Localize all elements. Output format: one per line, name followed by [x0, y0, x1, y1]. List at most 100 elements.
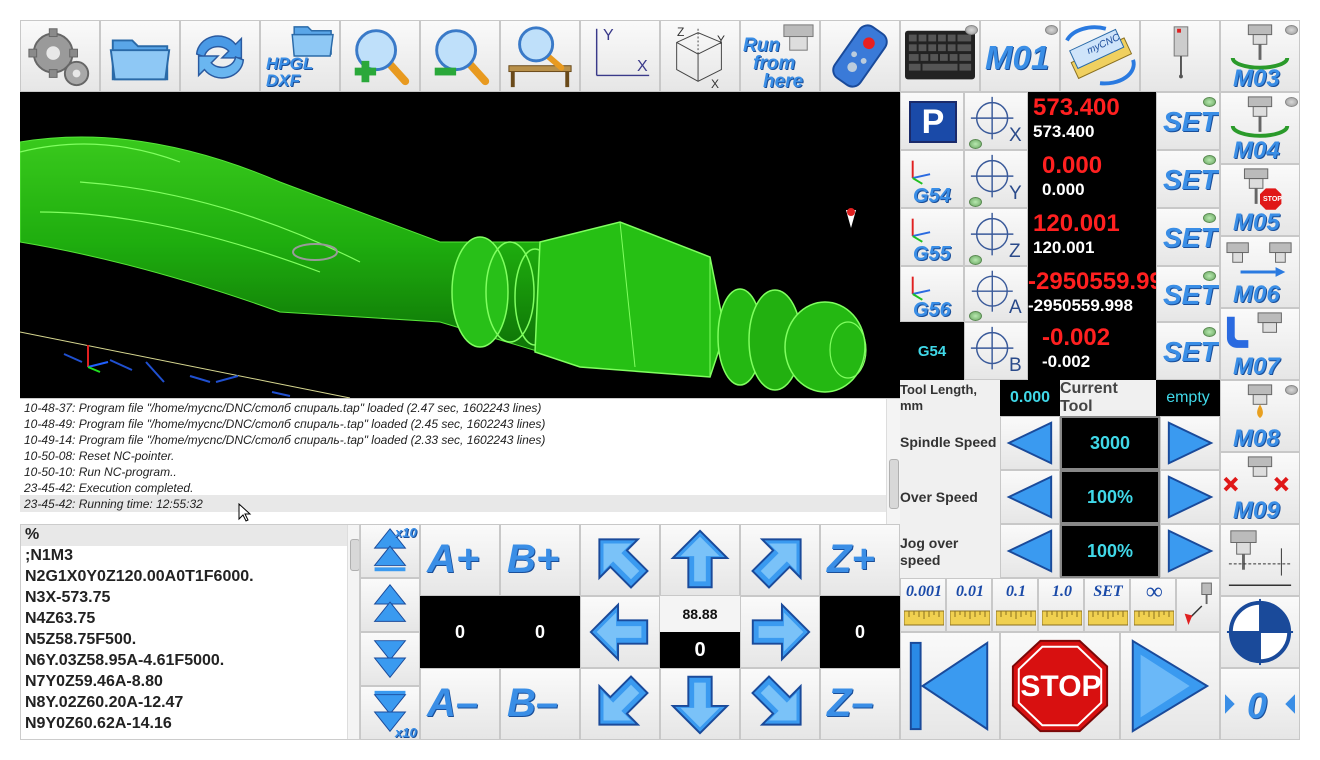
gcode-listing[interactable]: % ;N1M3 N2G1X0Y0Z120.00A0T1F6000. N3X-573.7…: [20, 524, 360, 740]
step-button[interactable]: 0.1: [992, 578, 1038, 632]
jog-up-button[interactable]: [660, 524, 740, 596]
gcode-line[interactable]: N3X-573.75: [25, 589, 110, 607]
jog-up-left-button[interactable]: [580, 524, 660, 596]
zoom-out-button[interactable]: [420, 20, 500, 92]
step-button[interactable]: 1.0: [1038, 578, 1084, 632]
tool-measure-button[interactable]: [1220, 524, 1300, 596]
jog-a-plus-button[interactable]: A+: [420, 524, 500, 596]
spindle-speed-decrease-button[interactable]: [1000, 416, 1060, 470]
jog-z-plus-button[interactable]: Z+: [820, 524, 900, 596]
arrow-icon: [670, 675, 730, 735]
gcode-scrollbar[interactable]: [347, 525, 359, 739]
jog-speed-down-button[interactable]: [360, 632, 420, 686]
status-led: [969, 255, 982, 265]
view-iso-button[interactable]: Z Y X: [660, 20, 740, 92]
rewind-button[interactable]: [900, 632, 1000, 740]
set-axis-b-button[interactable]: SET: [1156, 322, 1220, 380]
spindle-speed-increase-button[interactable]: [1160, 416, 1220, 470]
status-led: [1203, 155, 1216, 165]
gcode-line[interactable]: N9Y0Z60.62A-14.16: [25, 715, 172, 733]
open-file-button[interactable]: [100, 20, 180, 92]
hpgl-dxf-button[interactable]: HPGL DXF: [260, 20, 340, 92]
jog-down-left-button[interactable]: [580, 668, 660, 740]
run-from-here-button[interactable]: Run from here: [740, 20, 820, 92]
set-axis-z-button[interactable]: SET: [1156, 208, 1220, 266]
start-button[interactable]: [1120, 632, 1220, 740]
m07-mist-button[interactable]: M07: [1220, 308, 1300, 380]
log-scroll-thumb[interactable]: [889, 459, 899, 509]
jog-speed-increase-button[interactable]: [1160, 524, 1220, 578]
zero-axis-a-button[interactable]: A: [964, 266, 1028, 322]
jog-a-minus-button[interactable]: A–: [420, 668, 500, 740]
jog-z-minus-button[interactable]: Z–: [820, 668, 900, 740]
gcode-line[interactable]: N2G1X0Y0Z120.00A0T1F6000.: [25, 568, 254, 586]
zero-axis-x-button[interactable]: X: [964, 92, 1028, 150]
keyboard-button[interactable]: [900, 20, 980, 92]
over-speed-decrease-button[interactable]: [1000, 470, 1060, 524]
zoom-in-button[interactable]: [340, 20, 420, 92]
jog-left-button[interactable]: [580, 596, 660, 668]
gcode-line[interactable]: ;N1M3: [25, 547, 73, 565]
probe-step-button[interactable]: [1176, 578, 1220, 632]
gcode-line[interactable]: N4Z63.75: [25, 610, 95, 628]
step-label: ∞: [1145, 579, 1163, 605]
step-button[interactable]: 0.001: [900, 578, 946, 632]
status-led: [1203, 327, 1216, 337]
m06-tool-change-button[interactable]: M06: [1220, 236, 1300, 308]
toolpath-viewport[interactable]: [20, 92, 900, 398]
jog-speed-up-button[interactable]: [360, 578, 420, 632]
log-entry: 10-49-14: Program file "/home/mycnc/DNC/…: [24, 433, 546, 447]
set-axis-y-button[interactable]: SET: [1156, 150, 1220, 208]
reload-button[interactable]: [180, 20, 260, 92]
wcs-g54-button[interactable]: G54: [900, 150, 964, 208]
mycnc-button[interactable]: myCNC: [1060, 20, 1140, 92]
zero-axis-b-button[interactable]: B: [964, 322, 1028, 380]
wcs-p-button[interactable]: P: [900, 92, 964, 150]
set-axis-a-button[interactable]: SET: [1156, 266, 1220, 322]
jog-b-minus-button[interactable]: B–: [500, 668, 580, 740]
settings-button[interactable]: [20, 20, 100, 92]
jog-up-right-button[interactable]: [740, 524, 820, 596]
gcode-line[interactable]: N6Y.03Z58.95A-4.61F5000.: [25, 652, 224, 670]
m04-spindle-ccw-button[interactable]: M04: [1220, 92, 1300, 164]
gcode-line[interactable]: N8Y.02Z60.20A-12.47: [25, 694, 183, 712]
set-axis-x-button[interactable]: SET: [1156, 92, 1220, 150]
jog-b-plus-button[interactable]: B+: [500, 524, 580, 596]
over-speed-increase-button[interactable]: [1160, 470, 1220, 524]
wcs-g55-button[interactable]: G55: [900, 208, 964, 266]
m05-spindle-stop-button[interactable]: STOP M05: [1220, 164, 1300, 236]
probe-button[interactable]: [1140, 20, 1220, 92]
step-button[interactable]: ∞: [1130, 578, 1176, 632]
pendant-button[interactable]: [820, 20, 900, 92]
jog-down-button[interactable]: [660, 668, 740, 740]
m01-button[interactable]: M01: [980, 20, 1060, 92]
jog-speed-up-x10-button[interactable]: x10: [360, 524, 420, 578]
jog-right-button[interactable]: [740, 596, 820, 668]
step-button[interactable]: SET: [1084, 578, 1130, 632]
zero-button[interactable]: 0: [1220, 668, 1300, 740]
log-entry: 23-45-42: Execution completed.: [24, 481, 194, 495]
gcode-line[interactable]: %: [25, 526, 39, 544]
zero-axis-y-button[interactable]: Y: [964, 150, 1028, 208]
jog-speed-down-x10-button[interactable]: x10: [360, 686, 420, 740]
view-xy-button[interactable]: Y X: [580, 20, 660, 92]
jog-speed-decrease-button[interactable]: [1000, 524, 1060, 578]
m08-flood-button[interactable]: M08: [1220, 380, 1300, 452]
jog-down-right-button[interactable]: [740, 668, 820, 740]
m09-coolant-off-button[interactable]: M09: [1220, 452, 1300, 524]
log-scrollbar[interactable]: [886, 399, 900, 525]
wcs-g56-button[interactable]: G56: [900, 266, 964, 322]
stop-button[interactable]: STOP: [1000, 632, 1120, 740]
gcode-line[interactable]: N5Z58.75F500.: [25, 631, 136, 649]
m03-spindle-cw-button[interactable]: M03: [1220, 20, 1300, 92]
zero-axis-z-button[interactable]: Z: [964, 208, 1028, 266]
home-position-button[interactable]: [1220, 596, 1300, 668]
gcode-line[interactable]: N7Y0Z59.46A-8.80: [25, 673, 163, 691]
b-minus-label: B–: [507, 681, 559, 725]
axis-name-label: Z: [1009, 241, 1021, 262]
z-minus-label: Z–: [827, 681, 874, 725]
gcode-scroll-thumb[interactable]: [350, 539, 359, 571]
axis-x-label: X: [637, 58, 648, 75]
step-button[interactable]: 0.01: [946, 578, 992, 632]
zoom-table-button[interactable]: [500, 20, 580, 92]
